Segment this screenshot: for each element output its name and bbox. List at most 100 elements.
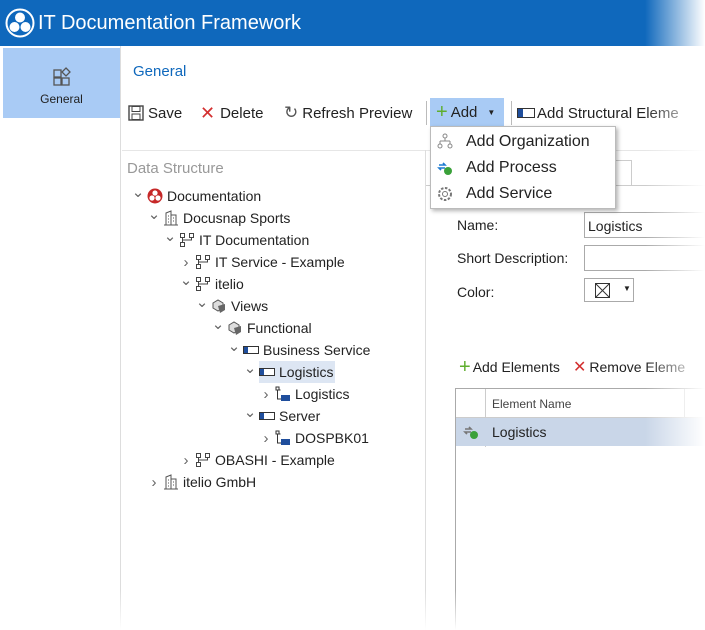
- plus-icon: +: [436, 100, 448, 123]
- color-label: Color:: [457, 284, 495, 300]
- add-elements-button[interactable]: + Add Elements: [459, 356, 560, 378]
- chevron-right-icon[interactable]: ›: [147, 474, 161, 491]
- sidebar: General: [0, 46, 121, 630]
- remove-elements-button[interactable]: ✕ Remove Eleme: [573, 356, 685, 378]
- element-name-cell: Logistics: [492, 424, 547, 440]
- menu-item-label: Add Process: [466, 159, 557, 176]
- tree-node[interactable]: ⌄ Docusnap Sports: [147, 205, 291, 229]
- tree-node-label: OBASHI - Example: [215, 452, 335, 468]
- title-bar: IT Documentation Framework: [0, 0, 705, 46]
- tree-node[interactable]: ⌄ Functional: [211, 315, 312, 339]
- chevron-down-icon[interactable]: ⌄: [179, 271, 193, 289]
- plus-icon: +: [459, 355, 471, 378]
- element-icon: [275, 386, 290, 401]
- tree-node[interactable]: › itelio GmbH: [147, 471, 257, 493]
- app-title: IT Documentation Framework: [38, 12, 302, 34]
- chevron-right-icon[interactable]: ›: [179, 254, 193, 271]
- chevron-down-icon[interactable]: ⌄: [243, 359, 257, 377]
- add-label: Add: [450, 103, 478, 121]
- tree-node[interactable]: ⌄ Documentation: [131, 183, 262, 207]
- general-icon: [53, 67, 71, 86]
- delete-label: Delete: [220, 104, 264, 122]
- delete-button[interactable]: ✕ Delete: [200, 102, 263, 124]
- short-description-input[interactable]: [584, 245, 705, 271]
- tree-node-label: itelio: [215, 276, 244, 292]
- chevron-down-icon[interactable]: ⌄: [147, 205, 161, 223]
- toolbar-divider: [511, 101, 512, 125]
- hierarchy-icon: [180, 233, 194, 247]
- sidebar-item-label: General: [40, 92, 83, 106]
- sidebar-item-general[interactable]: General: [3, 48, 120, 118]
- tree-node-label: Docusnap Sports: [183, 210, 291, 226]
- add-dropdown-menu: Add Organization Add Process Add Service: [430, 126, 616, 209]
- chevron-down-icon[interactable]: ⌄: [227, 337, 241, 355]
- save-icon: [128, 105, 144, 121]
- tree-node[interactable]: ⌄ Server: [243, 403, 321, 427]
- refresh-icon: ↻: [284, 103, 299, 122]
- menu-item-add-service[interactable]: Add Service: [431, 181, 615, 207]
- tree-node[interactable]: ⌄ Views: [195, 293, 269, 317]
- menu-item-label: Add Service: [466, 185, 553, 202]
- tree-node[interactable]: ⌄ Logistics: [243, 359, 336, 383]
- tree-node[interactable]: ⌄ Business Service: [227, 337, 371, 361]
- building-icon: [164, 474, 178, 490]
- elements-grid: Element Name Logistics: [455, 388, 705, 630]
- chevron-down-icon[interactable]: ⌄: [131, 183, 145, 201]
- tree-node-label: Logistics: [295, 386, 350, 402]
- tree-node[interactable]: ⌄ IT Documentation: [163, 227, 310, 251]
- save-button[interactable]: Save: [128, 102, 182, 124]
- chevron-down-icon[interactable]: ⌄: [163, 227, 177, 245]
- chevron-down-icon[interactable]: ⌄: [195, 293, 209, 311]
- tree-node-label: itelio GmbH: [183, 474, 257, 490]
- tree-node-label: DOSPBK01: [295, 430, 369, 446]
- delete-icon: ✕: [200, 102, 216, 123]
- hierarchy-icon: [196, 255, 210, 269]
- chevron-right-icon[interactable]: ›: [259, 386, 273, 403]
- structural-icon: [259, 412, 275, 420]
- add-structural-element-button[interactable]: Add Structural Eleme: [517, 102, 679, 124]
- tree-node[interactable]: ⌄ itelio: [179, 271, 244, 295]
- menu-item-add-organization[interactable]: Add Organization: [431, 129, 615, 155]
- chevron-right-icon[interactable]: ›: [259, 430, 273, 447]
- cubes-icon: [212, 299, 225, 313]
- chevron-right-icon[interactable]: ›: [179, 452, 193, 469]
- column-divider: [684, 389, 685, 418]
- organization-icon: [437, 133, 453, 149]
- tree-node-label: IT Service - Example: [215, 254, 345, 270]
- chevron-down-icon[interactable]: ⌄: [243, 403, 257, 421]
- tree-node-label: Logistics: [279, 364, 334, 380]
- tree-node-label: Functional: [247, 320, 312, 336]
- tree-node[interactable]: › OBASHI - Example: [179, 449, 335, 471]
- tree-node-label: Business Service: [263, 342, 371, 358]
- tree-node-label: Views: [231, 298, 269, 314]
- no-color-icon: [595, 283, 610, 298]
- name-input[interactable]: Logistics: [584, 212, 705, 238]
- add-dropdown-button[interactable]: + Add ▼: [430, 98, 504, 126]
- chevron-down-icon[interactable]: ⌄: [211, 315, 225, 333]
- process-icon: [437, 162, 452, 175]
- menu-item-add-process[interactable]: Add Process: [431, 155, 615, 181]
- app-logo-icon: [5, 8, 35, 38]
- tree-node[interactable]: › DOSPBK01: [259, 427, 369, 449]
- table-row[interactable]: Logistics: [456, 418, 705, 446]
- tree-node-label: Server: [279, 408, 321, 424]
- column-header-element-name[interactable]: Element Name: [492, 397, 571, 411]
- color-picker[interactable]: ▼: [584, 278, 634, 302]
- chevron-down-icon: ▼: [487, 107, 496, 117]
- menu-item-label: Add Organization: [466, 133, 590, 150]
- documentation-icon: [147, 188, 163, 204]
- tree-node-label: IT Documentation: [199, 232, 310, 248]
- save-label: Save: [148, 104, 183, 122]
- tree-node[interactable]: › IT Service - Example: [179, 251, 345, 273]
- refresh-preview-button[interactable]: ↻ Refresh Preview: [284, 102, 412, 124]
- structural-element-icon: [517, 108, 535, 118]
- add-structural-label: Add Structural Eleme: [537, 104, 679, 122]
- name-value: Logistics: [588, 218, 643, 234]
- add-elements-label: Add Elements: [472, 359, 560, 375]
- structural-icon: [243, 346, 259, 354]
- tree-node-label: Documentation: [167, 188, 262, 204]
- tree-node[interactable]: › Logistics: [259, 383, 350, 405]
- remove-elements-label: Remove Eleme: [589, 359, 686, 375]
- toolbar-divider: [426, 101, 427, 125]
- short-description-label: Short Description:: [457, 250, 569, 266]
